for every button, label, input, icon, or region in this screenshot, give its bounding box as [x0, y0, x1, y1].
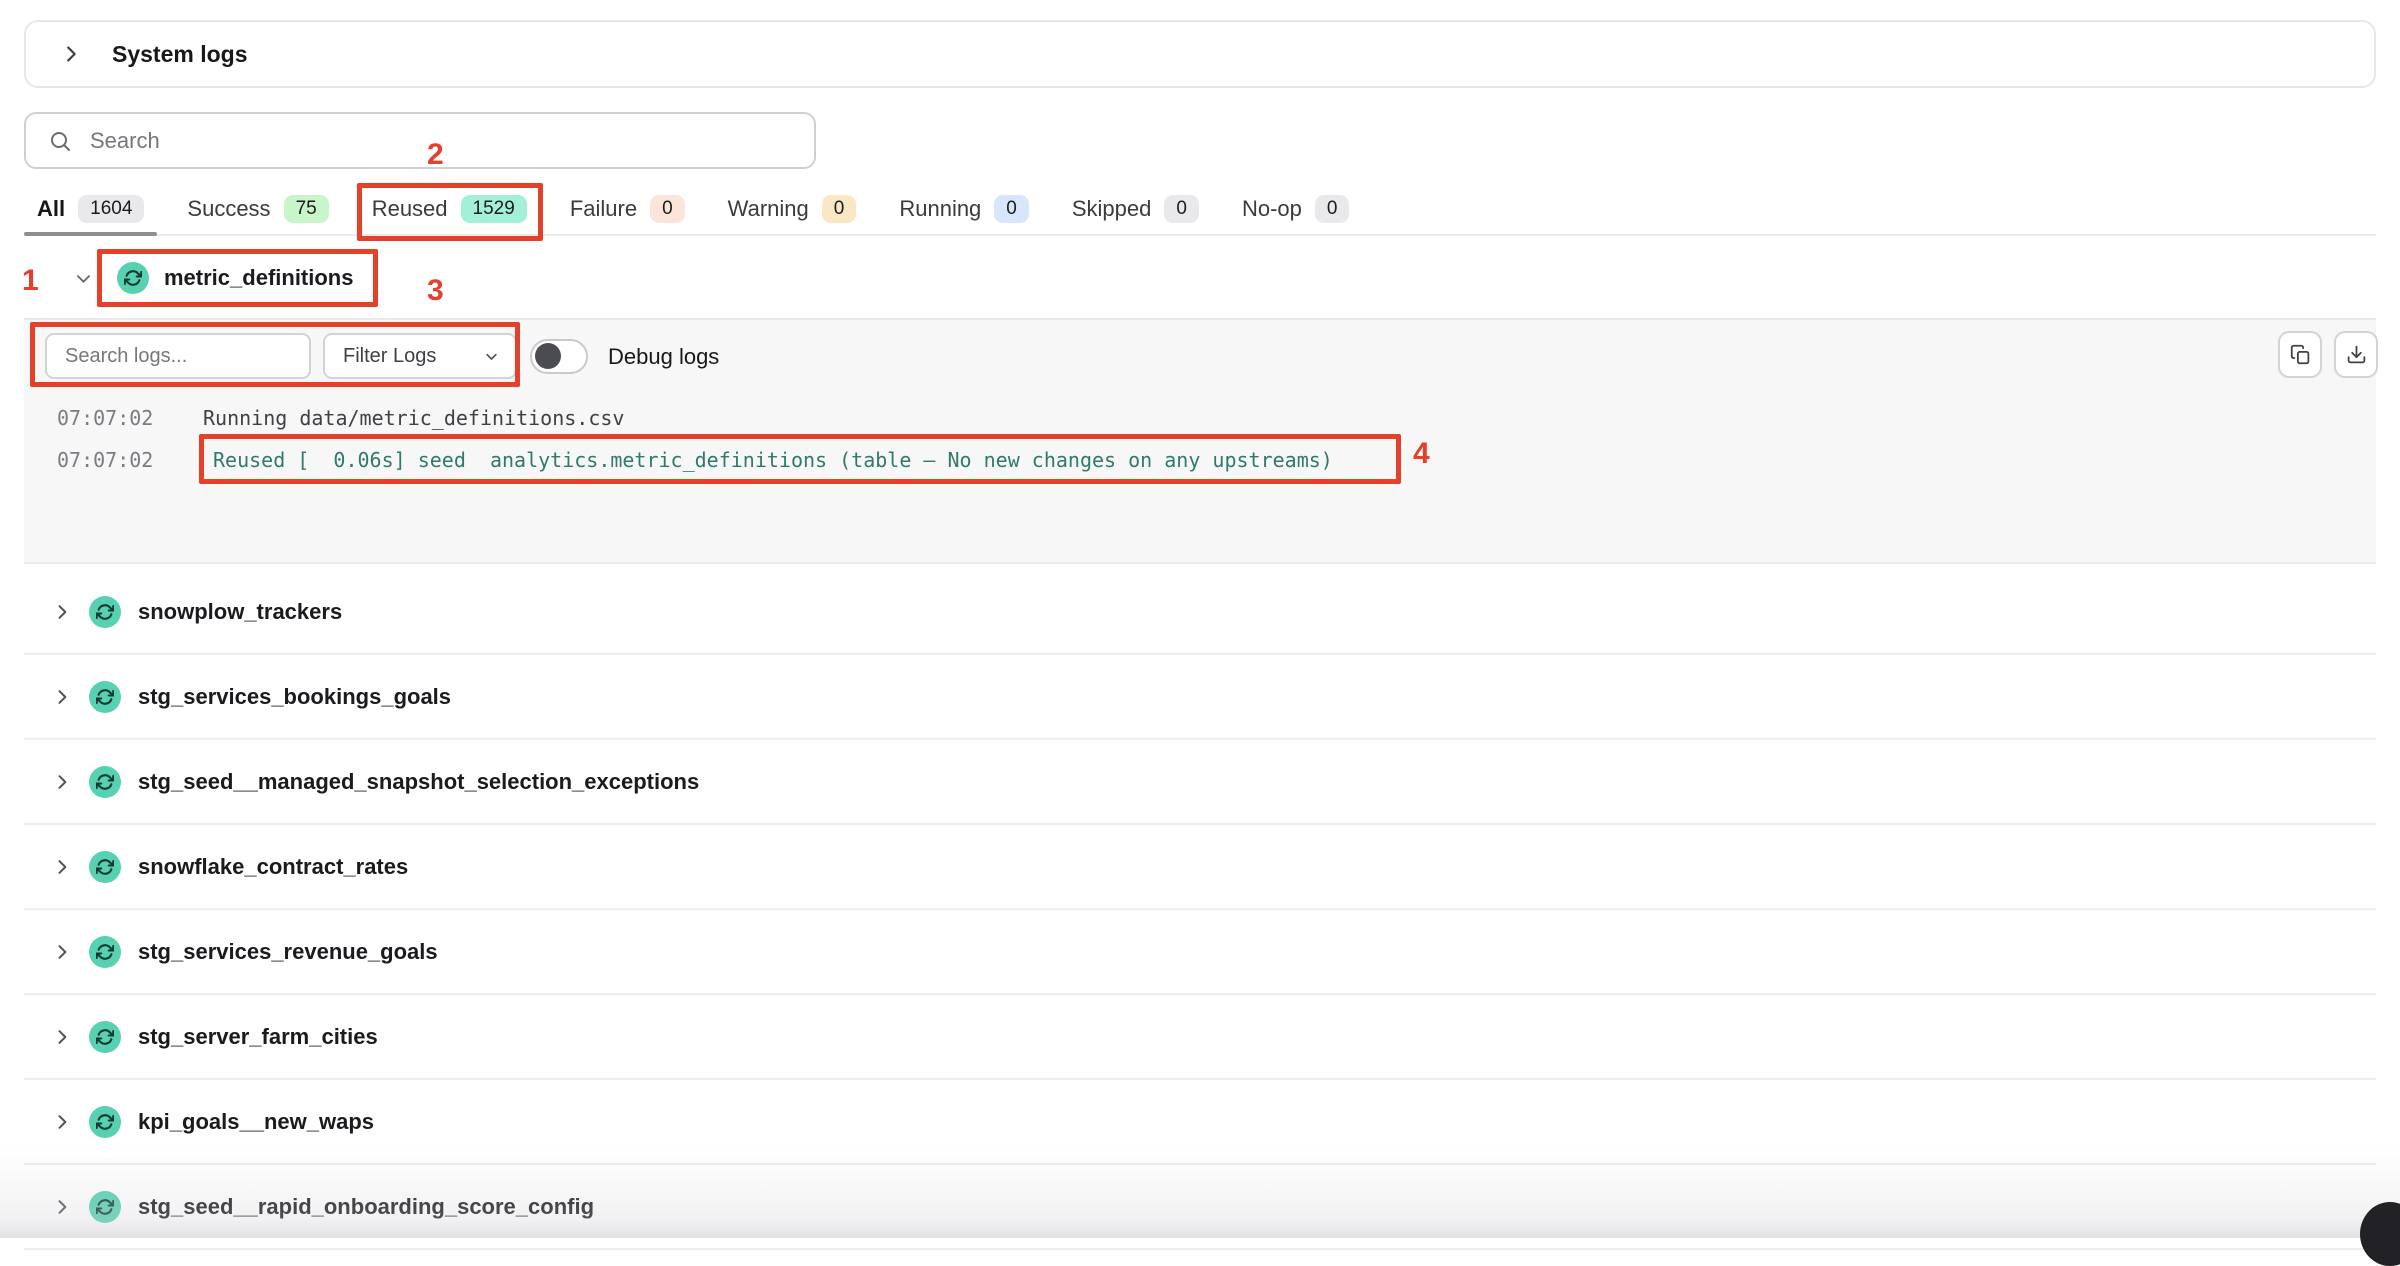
status-tab-bar: All 1604 Success 75 Reused 1529 Failure …: [24, 184, 2376, 236]
tab-count-badge: 0: [650, 195, 685, 224]
tab-failure[interactable]: Failure 0: [557, 184, 698, 234]
search-icon: [48, 129, 72, 153]
search-input[interactable]: [88, 127, 814, 155]
chevron-right-icon: [52, 942, 72, 962]
copy-logs-button[interactable]: [2278, 331, 2322, 378]
list-item-label: kpi_goals__new_waps: [138, 1109, 374, 1135]
chevron-down-icon: [484, 349, 499, 364]
list-item-snowflake-contract-rates[interactable]: snowflake_contract_rates: [24, 825, 2376, 910]
tab-count-badge: 0: [822, 195, 857, 224]
list-item-stg-seed-managed-snapshot-selection-exceptions[interactable]: stg_seed__managed_snapshot_selection_exc…: [24, 740, 2376, 825]
reused-status-icon: [89, 681, 121, 713]
search-bar: [24, 112, 816, 169]
tab-count-badge: 0: [1164, 195, 1199, 224]
reused-status-icon: [89, 936, 121, 968]
tab-label: Reused: [372, 196, 448, 222]
reused-status-icon: [89, 1021, 121, 1053]
tab-reused[interactable]: Reused 1529: [359, 184, 540, 234]
reused-status-icon: [89, 596, 121, 628]
list-item-label: stg_server_farm_cities: [138, 1024, 378, 1050]
list-item-stg-services-revenue-goals[interactable]: stg_services_revenue_goals: [24, 910, 2376, 995]
chevron-right-icon: [52, 602, 72, 622]
tab-label: No-op: [1242, 196, 1302, 222]
expanded-item-metric-definitions[interactable]: metric_definitions: [97, 249, 378, 307]
list-item-kpi-goals-new-waps[interactable]: kpi_goals__new_waps: [24, 1080, 2376, 1165]
tab-running[interactable]: Running 0: [886, 184, 1042, 234]
log-timestamp: 07:07:02: [57, 448, 153, 472]
chevron-right-icon: [52, 857, 72, 877]
reused-status-icon: [89, 1106, 121, 1138]
tab-warning[interactable]: Warning 0: [715, 184, 870, 234]
tab-label: Failure: [570, 196, 637, 222]
annotation-number-3: 3: [427, 276, 444, 306]
tab-label: Warning: [728, 196, 809, 222]
tab-count-badge: 75: [284, 195, 329, 224]
tab-label: Running: [899, 196, 981, 222]
toggle-knob: [535, 343, 561, 369]
system-logs-header[interactable]: System logs: [24, 20, 2376, 88]
reused-status-icon: [89, 766, 121, 798]
tab-success[interactable]: Success 75: [174, 184, 341, 234]
chevron-right-icon: [52, 772, 72, 792]
log-search-bar: [45, 333, 311, 379]
tab-label: All: [37, 196, 65, 222]
chevron-right-icon: [60, 43, 82, 65]
list-item-stg-seed-rapid-onboarding-score-config[interactable]: stg_seed__rapid_onboarding_score_config: [24, 1165, 2376, 1250]
list-item-label: stg_services_revenue_goals: [138, 939, 438, 965]
list-item-label: stg_seed__rapid_onboarding_score_config: [138, 1194, 594, 1220]
tab-count-badge: 0: [994, 195, 1029, 224]
debug-logs-label: Debug logs: [608, 344, 719, 370]
tab-noop[interactable]: No-op 0: [1229, 184, 1363, 234]
log-panel: Filter Logs Debug logs 07:07:02 Running …: [24, 318, 2376, 564]
chevron-right-icon: [52, 1027, 72, 1047]
log-line-running: Running data/metric_definitions.csv: [203, 406, 624, 430]
tab-count-badge: 0: [1315, 195, 1350, 224]
log-line-reused: Reused [ 0.06s] seed analytics.metric_de…: [213, 448, 1333, 472]
list-item-label: stg_seed__managed_snapshot_selection_exc…: [138, 769, 699, 795]
page-title: System logs: [112, 41, 248, 68]
annotation-number-4: 4: [1413, 439, 1430, 469]
list-item-label: snowplow_trackers: [138, 599, 342, 625]
log-search-input[interactable]: [63, 344, 309, 369]
reused-status-icon: [117, 262, 149, 294]
tab-label: Skipped: [1072, 196, 1152, 222]
tab-count-badge: 1604: [78, 195, 144, 224]
log-timestamp: 07:07:02: [57, 406, 153, 430]
node-list: snowplow_trackers stg_services_bookings_…: [24, 570, 2376, 1250]
reused-status-icon: [89, 851, 121, 883]
tab-all[interactable]: All 1604: [24, 184, 157, 234]
expanded-item-label: metric_definitions: [164, 265, 353, 291]
list-item-label: snowflake_contract_rates: [138, 854, 408, 880]
list-item-stg-server-farm-cities[interactable]: stg_server_farm_cities: [24, 995, 2376, 1080]
copy-icon: [2290, 344, 2311, 365]
chevron-down-icon[interactable]: [74, 269, 93, 288]
filter-logs-dropdown[interactable]: Filter Logs: [323, 333, 517, 379]
chevron-right-icon: [52, 687, 72, 707]
chevron-right-icon: [52, 1197, 72, 1217]
chevron-right-icon: [52, 1112, 72, 1132]
annotation-number-1: 1: [22, 266, 39, 296]
download-icon: [2346, 344, 2367, 365]
tab-count-badge: 1529: [461, 195, 527, 224]
filter-logs-label: Filter Logs: [343, 345, 436, 368]
debug-logs-toggle[interactable]: [530, 339, 588, 374]
list-item-snowplow-trackers[interactable]: snowplow_trackers: [24, 570, 2376, 655]
reused-status-icon: [89, 1191, 121, 1223]
tab-label: Success: [187, 196, 270, 222]
expanded-item-row: metric_definitions: [24, 246, 2376, 310]
list-item-stg-services-bookings-goals[interactable]: stg_services_bookings_goals: [24, 655, 2376, 740]
annotation-number-2: 2: [427, 140, 444, 170]
list-item-label: stg_services_bookings_goals: [138, 684, 451, 710]
tab-skipped[interactable]: Skipped 0: [1059, 184, 1212, 234]
download-logs-button[interactable]: [2334, 331, 2378, 378]
